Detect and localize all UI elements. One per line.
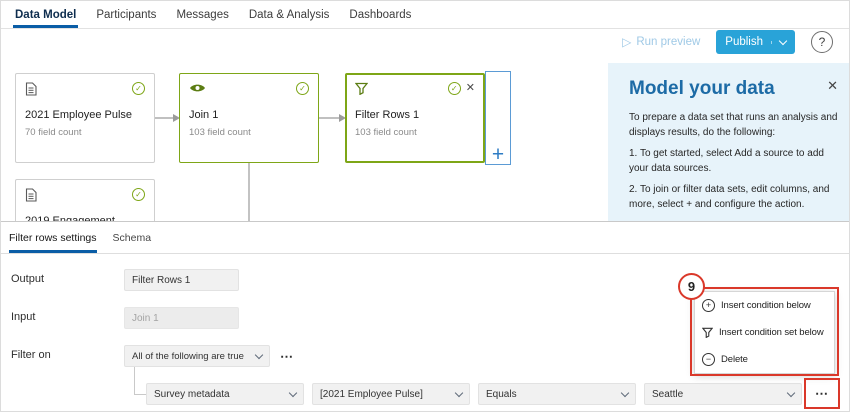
node-field-count: 103 field count xyxy=(189,127,309,138)
filter-logic-value: All of the following are true xyxy=(132,351,244,362)
filter-icon xyxy=(702,327,713,338)
menu-item-label: Delete xyxy=(721,354,748,365)
help-panel-title: Model your data xyxy=(629,78,841,100)
canvas-toolbar: ▷ Run preview Publish ? xyxy=(622,30,833,54)
input-field: Join 1 xyxy=(124,307,239,329)
chevron-down-icon xyxy=(787,388,795,396)
play-icon: ▷ xyxy=(622,36,631,48)
help-panel: ✕ Model your data To prepare a data set … xyxy=(608,63,850,221)
tab-filter-rows-settings[interactable]: Filter rows settings xyxy=(9,222,97,253)
menu-item-insert-condition-below[interactable]: + Insert condition below xyxy=(695,292,834,319)
tab-dashboards[interactable]: Dashboards xyxy=(349,1,411,28)
node-head: ✓ xyxy=(189,82,309,98)
minus-circle-icon: − xyxy=(702,353,715,366)
node-2021-employee-pulse[interactable]: ✓ 2021 Employee Pulse 70 field count xyxy=(15,73,155,163)
input-label: Input xyxy=(11,311,35,323)
check-icon: ✓ xyxy=(132,82,145,95)
menu-item-insert-condition-set-below[interactable]: Insert condition set below xyxy=(695,319,834,346)
chevron-down-icon xyxy=(289,388,297,396)
plus-icon[interactable]: + xyxy=(492,144,504,165)
filter-logic-select[interactable]: All of the following are true xyxy=(124,345,270,367)
condition-value-select[interactable]: Seattle xyxy=(644,383,802,405)
annotation-step-badge: 9 xyxy=(678,273,705,300)
chevron-down-icon xyxy=(255,350,263,358)
filter-icon xyxy=(355,82,368,95)
top-nav: Data Model Participants Messages Data & … xyxy=(1,1,849,29)
node-title: 2021 Employee Pulse xyxy=(25,109,145,121)
output-input[interactable]: Filter Rows 1 xyxy=(124,269,239,291)
menu-item-label: Insert condition set below xyxy=(719,327,824,338)
app-window: Data Model Participants Messages Data & … xyxy=(0,0,850,412)
tab-schema[interactable]: Schema xyxy=(113,222,152,253)
node-head: ✓ xyxy=(25,82,145,98)
close-icon[interactable]: ✕ xyxy=(466,83,475,94)
condition-field-select[interactable]: [2021 Employee Pulse] xyxy=(312,383,470,405)
chevron-down-icon xyxy=(455,388,463,396)
join-icon xyxy=(189,82,206,94)
check-icon: ✓ xyxy=(296,82,309,95)
document-icon xyxy=(25,82,37,96)
help-panel-step-2: 2. To join or filter data sets, edit col… xyxy=(629,183,841,212)
chevron-down-icon xyxy=(621,388,629,396)
node-2019-engagement[interactable]: ✓ 2019 Engagement xyxy=(15,179,155,221)
help-panel-intro: To prepare a data set that runs an analy… xyxy=(629,111,841,140)
condition-more-icon[interactable]: ⋯ xyxy=(809,383,835,405)
output-value: Filter Rows 1 xyxy=(132,275,190,286)
document-icon xyxy=(25,188,37,202)
condition-value: Seattle xyxy=(652,389,683,400)
publish-button[interactable]: Publish xyxy=(716,30,795,54)
condition-connector xyxy=(134,367,146,395)
condition-field-type-value: Survey metadata xyxy=(154,389,230,400)
node-field-count: 103 field count xyxy=(355,127,475,138)
output-label: Output xyxy=(11,273,44,285)
check-icon: ✓ xyxy=(132,188,145,201)
menu-item-delete[interactable]: − Delete xyxy=(695,346,834,373)
node-head: ✓ xyxy=(25,188,145,204)
annotation-step-number: 9 xyxy=(688,279,695,294)
condition-operator-select[interactable]: Equals xyxy=(478,383,636,405)
settings-tabs: Filter rows settings Schema xyxy=(1,222,849,254)
node-title: Join 1 xyxy=(189,109,309,121)
tab-data-model[interactable]: Data Model xyxy=(15,1,76,28)
publish-dropdown[interactable] xyxy=(771,41,786,44)
condition-field-value: [2021 Employee Pulse] xyxy=(320,389,423,400)
condition-context-menu: + Insert condition below Insert conditio… xyxy=(694,291,835,374)
help-button[interactable]: ? xyxy=(811,31,833,53)
plus-circle-icon: + xyxy=(702,299,715,312)
tab-data-analysis[interactable]: Data & Analysis xyxy=(249,1,330,28)
tab-participants[interactable]: Participants xyxy=(96,1,156,28)
run-preview-label: Run preview xyxy=(636,36,700,48)
node-join-1[interactable]: ✓ Join 1 103 field count xyxy=(179,73,319,163)
chevron-down-icon xyxy=(779,36,787,44)
node-title: Filter Rows 1 xyxy=(355,109,475,121)
publish-label: Publish xyxy=(725,36,763,48)
add-action-box[interactable]: + xyxy=(485,71,511,165)
input-value: Join 1 xyxy=(132,313,159,324)
filter-on-label: Filter on xyxy=(11,349,51,361)
more-icon[interactable]: ⋯ xyxy=(277,347,297,367)
node-head: ✓ ✕ xyxy=(355,82,475,98)
node-filter-rows-1[interactable]: ✓ ✕ Filter Rows 1 103 field count xyxy=(345,73,485,163)
help-panel-step-1: 1. To get started, select Add a source t… xyxy=(629,147,841,176)
tab-messages[interactable]: Messages xyxy=(176,1,228,28)
menu-item-label: Insert condition below xyxy=(721,300,811,311)
condition-field-type-select[interactable]: Survey metadata xyxy=(146,383,304,405)
check-icon: ✓ xyxy=(448,82,461,95)
node-field-count: 70 field count xyxy=(25,127,145,138)
condition-operator-value: Equals xyxy=(486,389,517,400)
run-preview-button[interactable]: ▷ Run preview xyxy=(622,36,700,48)
close-icon[interactable]: ✕ xyxy=(827,78,838,94)
node-status-group: ✓ ✕ xyxy=(448,82,475,95)
